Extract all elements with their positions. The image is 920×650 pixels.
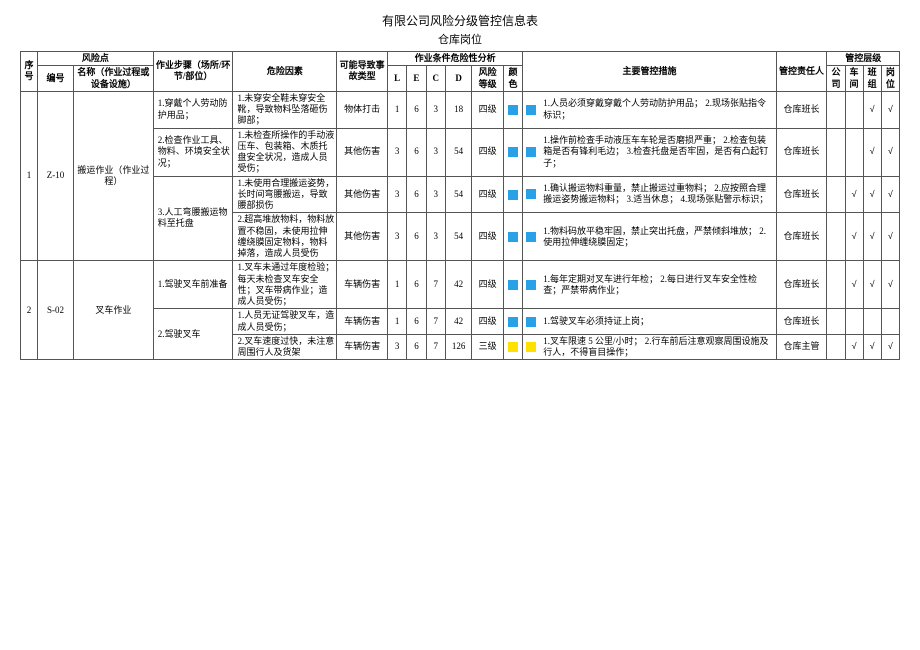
cell-meas: 1.人员必须穿戴穿戴个人劳动防护用品； 2.现场张贴指令标识； <box>523 91 777 128</box>
table-row: 2.检查作业工具、物料、环境安全状况； 1.未检查所操作的手动液压车、包装箱、木… <box>21 128 900 176</box>
color-swatch <box>526 280 536 290</box>
cell-code: Z-10 <box>37 91 73 261</box>
color-swatch <box>508 232 518 242</box>
hdr-factors: 危险因素 <box>233 52 337 92</box>
cell-tier-3: √ <box>863 91 881 128</box>
cell-resp: 仓库班长 <box>776 91 827 128</box>
hdr-risk-point: 风险点 <box>37 52 153 66</box>
cell-clr <box>503 91 522 128</box>
cell-factor: 1.叉车未通过年度检验；每天未检查叉车安全性；叉车带病作业；造成人员受伤； <box>233 261 337 309</box>
table-row: 1 Z-10 搬运作业（作业过程） 1.穿戴个人劳动防护用品； 1.未穿安全鞋未… <box>21 91 900 128</box>
cell-factor: 1.人员无证驾驶叉车，造成人员受伤； <box>233 309 337 335</box>
cell-step: 1.穿戴个人劳动防护用品； <box>153 91 233 128</box>
cell-lvl: 四级 <box>472 91 503 128</box>
color-swatch <box>508 342 518 352</box>
color-swatch <box>508 280 518 290</box>
cell-D: 18 <box>445 91 472 128</box>
cell-L: 1 <box>387 91 406 128</box>
page-subtitle: 仓库岗位 <box>20 31 900 47</box>
cell-factor: 2.超高堆放物料，物料放置不稳固，未使用拉伸缠绕膜固定物料，物料掉落，造成人员受… <box>233 213 337 261</box>
table-row: 2.驾驶叉车 1.人员无证驾驶叉车，造成人员受伤； 车辆伤害 1 6 7 42 … <box>21 309 900 335</box>
hdr-measures: 主要管控措施 <box>523 52 777 92</box>
risk-table: 序号 风险点 作业步骤（场所/环节/部位） 危险因素 可能导致事故类型 作业条件… <box>20 51 900 360</box>
hdr-level: 风险等级 <box>472 66 503 92</box>
cell-tier-1 <box>827 91 845 128</box>
hdr-steps: 作业步骤（场所/环节/部位） <box>153 52 233 92</box>
color-swatch <box>508 317 518 327</box>
color-swatch <box>526 232 536 242</box>
hdr-t2: 车间 <box>845 66 863 92</box>
cell-step: 2.检查作业工具、物料、环境安全状况； <box>153 128 233 176</box>
cell-name: 搬运作业（作业过程） <box>74 91 154 261</box>
cell-seq: 2 <box>21 261 38 360</box>
cell-E: 6 <box>407 91 426 128</box>
hdr-accident: 可能导致事故类型 <box>337 52 388 92</box>
hdr-color: 颜色 <box>503 66 522 92</box>
cell-tier-2 <box>845 91 863 128</box>
cell-factor: 1.未检查所操作的手动液压车、包装箱、木质托盘安全状况，造成人员受伤； <box>233 128 337 176</box>
hdr-D: D <box>445 66 472 92</box>
color-swatch <box>526 105 536 115</box>
hdr-t4: 岗位 <box>881 66 899 92</box>
hdr-code: 编号 <box>37 66 73 92</box>
hdr-t1: 公司 <box>827 66 845 92</box>
cell-factor: 2.叉车速度过快，未注意周围行人及货架 <box>233 334 337 360</box>
color-swatch <box>508 105 518 115</box>
hdr-analysis: 作业条件危险性分析 <box>387 52 522 66</box>
cell-acc: 其他伤害 <box>337 128 388 176</box>
hdr-ctrl-level: 管控层级 <box>827 52 900 66</box>
table-row: 3.人工弯腰搬运物料至托盘 1.未使用合理搬运姿势，长时间弯腰搬运，导致腰部损伤… <box>21 176 900 213</box>
cell-name: 叉车作业 <box>74 261 154 360</box>
color-swatch <box>526 147 536 157</box>
cell-step: 1.驾驶叉车前准备 <box>153 261 233 309</box>
color-swatch <box>526 317 536 327</box>
cell-acc: 物体打击 <box>337 91 388 128</box>
cell-factor: 1.未使用合理搬运姿势，长时间弯腰搬运，导致腰部损伤 <box>233 176 337 213</box>
page-title: 有限公司风险分级管控信息表 <box>20 12 900 29</box>
hdr-name: 名称（作业过程或设备设施） <box>74 66 154 92</box>
color-swatch <box>526 342 536 352</box>
color-swatch <box>526 189 536 199</box>
hdr-L: L <box>387 66 406 92</box>
cell-step: 3.人工弯腰搬运物料至托盘 <box>153 176 233 261</box>
cell-code: S-02 <box>37 261 73 360</box>
cell-seq: 1 <box>21 91 38 261</box>
cell-step: 2.驾驶叉车 <box>153 309 233 360</box>
hdr-E: E <box>407 66 426 92</box>
hdr-responsible: 管控责任人 <box>776 52 827 92</box>
cell-factor: 1.未穿安全鞋未穿安全靴，导致物料坠落砸伤脚部； <box>233 91 337 128</box>
table-row: 2 S-02 叉车作业 1.驾驶叉车前准备 1.叉车未通过年度检验；每天未检查叉… <box>21 261 900 309</box>
cell-C: 3 <box>426 91 445 128</box>
hdr-t3: 班组 <box>863 66 881 92</box>
hdr-C: C <box>426 66 445 92</box>
cell-tier-4: √ <box>881 91 899 128</box>
color-swatch <box>508 190 518 200</box>
hdr-seq: 序号 <box>21 52 38 92</box>
color-swatch <box>508 147 518 157</box>
